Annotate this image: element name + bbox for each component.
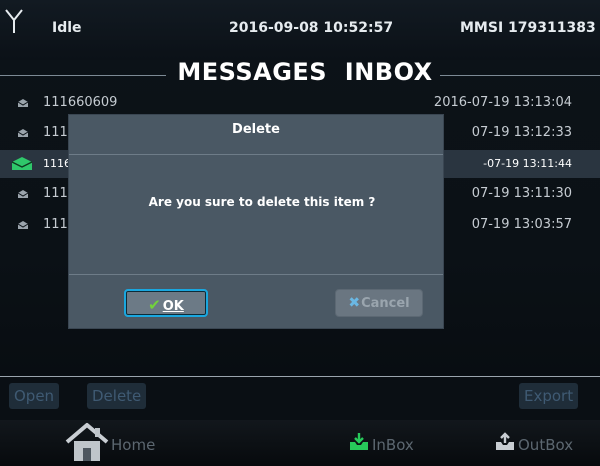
message-number: 1116	[43, 157, 71, 170]
message-number: 111	[43, 125, 68, 140]
nav-home[interactable]: Home	[64, 420, 174, 466]
outbox-icon	[496, 432, 514, 450]
status-datetime: 2016-09-08 10:52:57	[229, 20, 394, 36]
delete-button[interactable]: Delete	[87, 383, 147, 409]
mail-icon	[11, 157, 33, 170]
check-icon: ✔	[148, 296, 161, 314]
status-state: Idle	[52, 20, 82, 36]
open-button[interactable]: Open	[9, 383, 60, 409]
cancel-label: Cancel	[361, 296, 410, 311]
nav-outbox[interactable]: OutBox	[494, 420, 590, 466]
message-date: 2016-07-19 13:13:04	[433, 95, 572, 110]
dialog-message: Are you sure to delete this item ?	[148, 195, 376, 209]
status-mmsi: MMSI 179311383	[460, 20, 596, 36]
antenna-icon	[5, 9, 23, 33]
dialog-divider-top	[69, 154, 443, 155]
ok-button[interactable]: ✔ OK	[124, 289, 208, 317]
delete-dialog: Delete Are you sure to delete this item …	[69, 115, 443, 328]
home-icon	[65, 423, 109, 461]
title-rule-left	[0, 75, 166, 76]
message-number: 111	[43, 186, 68, 201]
cancel-button[interactable]: ✖Cancel	[335, 289, 423, 317]
message-date: 07-19 13:03:57	[471, 217, 572, 232]
message-number: 111	[43, 217, 68, 232]
nav-inbox[interactable]: InBox	[348, 420, 428, 466]
mail-icon	[17, 221, 29, 229]
nav-outbox-label: OutBox	[518, 436, 574, 454]
dialog-title: Delete	[232, 122, 280, 137]
screen: Idle 2016-09-08 10:52:57 MMSI 179311383 …	[0, 0, 600, 466]
dialog-divider-bottom	[69, 274, 443, 275]
nav-bar: Home InBox OutBox	[0, 420, 600, 466]
message-date: -07-19 13:11:44	[483, 157, 572, 170]
x-icon: ✖	[348, 295, 361, 311]
nav-inbox-label: InBox	[372, 436, 414, 454]
mail-icon	[17, 129, 29, 137]
title-rule-right	[440, 75, 600, 76]
inbox-icon	[350, 433, 368, 450]
action-bar: Open Delete Export	[0, 377, 600, 420]
list-item[interactable]: 111660609 2016-07-19 13:13:04	[0, 90, 600, 118]
mail-icon	[17, 190, 29, 198]
message-date: 07-19 13:11:30	[471, 186, 572, 201]
status-bar: Idle 2016-09-08 10:52:57 MMSI 179311383	[0, 0, 600, 60]
message-number: 111660609	[43, 95, 118, 110]
nav-home-label: Home	[111, 436, 156, 454]
message-date: 07-19 13:12:33	[471, 125, 572, 140]
ok-label: OK	[162, 299, 184, 314]
mail-icon	[17, 99, 29, 107]
export-button[interactable]: Export	[519, 383, 579, 409]
page-title: MESSAGES INBOX	[177, 58, 433, 86]
